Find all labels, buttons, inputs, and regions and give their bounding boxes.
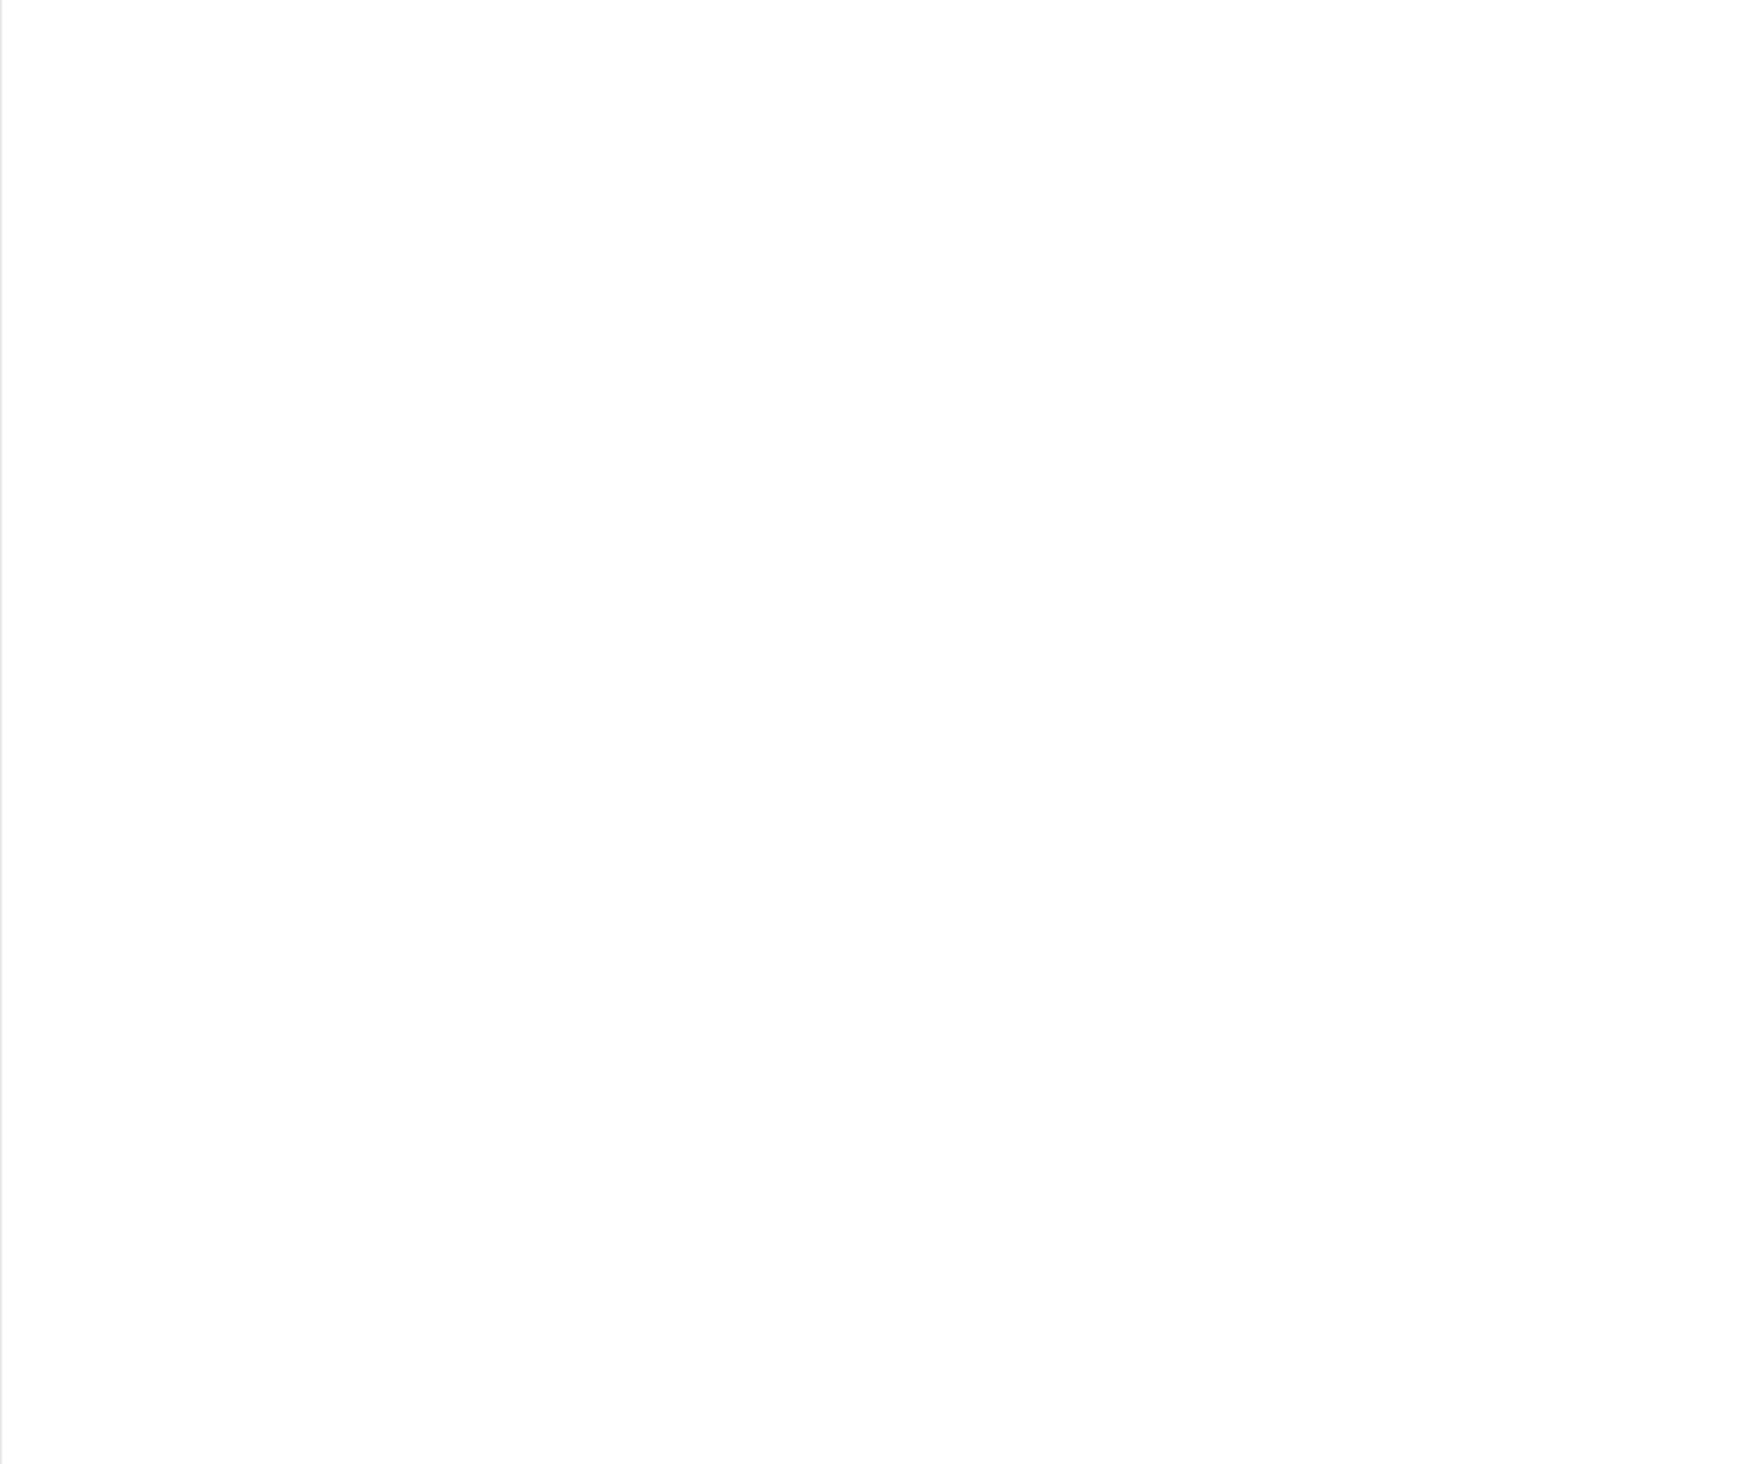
devtools-console: › window ‹· ▼Window {parent: Window, ope… bbox=[0, 0, 1744, 1464]
result-header-line[interactable]: ‹· ▼Window {parent: Window, opener: null… bbox=[2, 44, 60, 76]
console-input-line: › window bbox=[2, 4, 60, 36]
